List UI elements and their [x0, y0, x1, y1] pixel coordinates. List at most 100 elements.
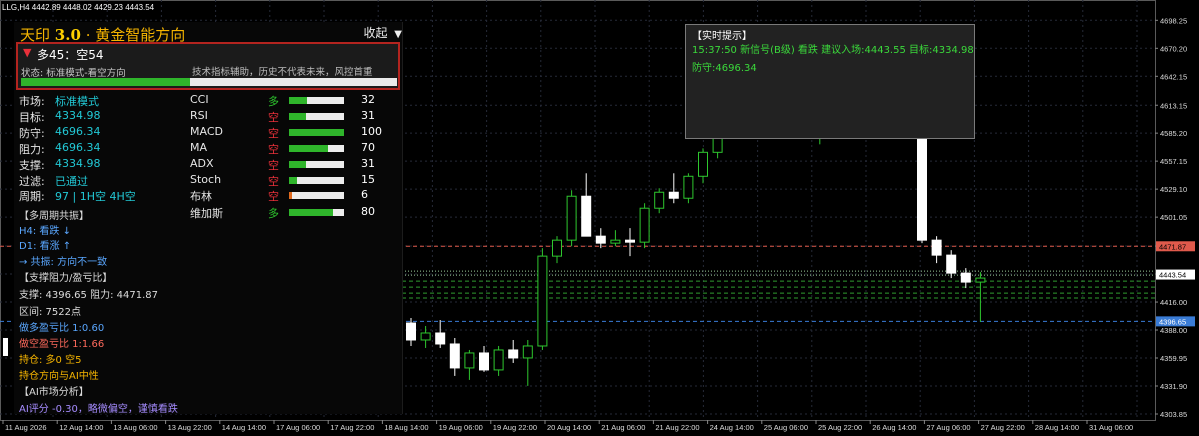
candle-body — [420, 332, 431, 341]
price-tick-label: 4303.85 — [1160, 410, 1187, 419]
status-label: 状态: 标准模式-看空方向 — [21, 68, 126, 79]
indicator-strength-bar — [289, 97, 344, 104]
support-resistance: 支撑: 4396.65 阻力: 4471.87 — [19, 290, 158, 301]
price-tick-label: 4359.95 — [1160, 354, 1187, 363]
price-tick-label: 4670.20 — [1160, 44, 1187, 53]
info-value: 4334.98 — [55, 109, 101, 122]
indicator-direction: 空 — [268, 127, 279, 140]
candle-body — [508, 349, 519, 359]
time-tick-label: 17 Aug 22:00 — [330, 423, 374, 432]
candle-body — [479, 352, 489, 371]
info-key: 过滤: — [19, 175, 45, 188]
indicator-panel: 天印 3.0 · 黄金智能方向 收起 ▼ ▼ 多45：空54 状态: 标准模式-… — [14, 22, 403, 415]
indicator-strength-fill — [289, 161, 307, 168]
collapse-button[interactable]: 收起 ▼ — [363, 24, 402, 41]
indicator-direction: 空 — [268, 143, 279, 156]
candle-body — [493, 349, 504, 371]
price-tick-label: 4642.15 — [1160, 72, 1187, 81]
indicator-strength-bar — [289, 129, 344, 136]
candle-body — [639, 207, 650, 243]
indicator-name: MA — [190, 141, 208, 154]
price-tags: 4471.87 4443.54 4396.65 — [1156, 241, 1195, 327]
price-tag-label: 4396.65 — [1159, 317, 1186, 326]
candle-body — [566, 195, 577, 241]
indicator-strength-fill — [289, 177, 298, 184]
position-ai-status: 持仓方向与AI中性 — [19, 371, 99, 382]
candle-body — [522, 345, 533, 359]
candle-body — [406, 322, 416, 341]
time-tick-label: 13 Aug 06:00 — [113, 423, 157, 432]
indicator-value: 100 — [361, 125, 382, 138]
time-tick-label: 12 Aug 14:00 — [59, 423, 103, 432]
long-progress-fill — [21, 78, 191, 86]
time-tick-label: 20 Aug 14:00 — [547, 423, 591, 432]
indicator-direction: 多 — [268, 95, 279, 108]
mtf-header: 【多周期共振】 — [19, 211, 89, 222]
left-edge-candle — [3, 337, 8, 356]
indicator-direction: 空 — [268, 111, 279, 124]
price-tick-label: 4388.00 — [1160, 326, 1187, 335]
info-key: 支撑: — [19, 159, 45, 172]
price-tick-label: 4331.90 — [1160, 382, 1187, 391]
info-value: 4696.34 — [55, 141, 101, 154]
symbol-ohlc-bar: LLG,H4 4442.89 4448.02 4429.23 4443.54 — [2, 3, 155, 12]
indicator-name: CCI — [190, 93, 209, 106]
time-tick-label: 31 Aug 06:00 — [1089, 423, 1133, 432]
time-tick-label: 24 Aug 14:00 — [710, 423, 754, 432]
price-tick-label: 4585.20 — [1160, 129, 1187, 138]
info-key: 市场: — [19, 95, 45, 108]
down-arrow-icon: ▼ — [23, 46, 32, 59]
time-tick-label: 28 Aug 14:00 — [1035, 423, 1079, 432]
alert-defense-line: 防守:4696.34 — [692, 63, 757, 74]
alert-signal-line: 15:37:50 新信号(B级) 看跌 建议入场:4443.55 目标:4334… — [692, 45, 974, 56]
alert-title: 【实时提示】 — [692, 31, 752, 42]
info-value: 已通过 — [55, 175, 88, 188]
candle-body — [610, 239, 621, 244]
info-value: 4696.34 — [55, 125, 101, 138]
indicator-value: 32 — [361, 93, 375, 106]
long-short-progress — [21, 78, 397, 86]
signal-score: 多45：空54 — [37, 48, 104, 62]
ai-header: 【AI市场分析】 — [19, 387, 89, 398]
candle-body — [683, 175, 694, 199]
candle-body — [931, 239, 942, 256]
indicator-value: 31 — [361, 109, 375, 122]
info-value: 标准模式 — [55, 95, 99, 108]
candle-body — [449, 343, 460, 369]
time-tick-label: 25 Aug 06:00 — [764, 423, 808, 432]
indicator-strength-bar — [289, 145, 344, 152]
indicator-strength-bar — [289, 177, 344, 184]
price-tag-label: 4443.54 — [1159, 271, 1186, 280]
candle-body — [595, 235, 606, 244]
signal-summary-box: ▼ 多45：空54 状态: 标准模式-看空方向 技术指标辅助，历史不代表未来，风… — [16, 42, 400, 90]
indicator-strength-fill — [289, 129, 344, 136]
indicator-strength-bar — [289, 192, 344, 199]
mtf-d1: D1: 看涨 ↑ — [19, 241, 72, 252]
indicator-strength-fill — [289, 97, 307, 104]
realtime-alert-popup: 【实时提示】 15:37:50 新信号(B级) 看跌 建议入场:4443.55 … — [685, 24, 975, 139]
mtf-h4: H4: 看跌 ↓ — [19, 226, 71, 237]
indicator-name: RSI — [190, 109, 208, 122]
indicator-name: 布林 — [190, 190, 212, 203]
time-tick-label: 11 Aug 2026 — [5, 423, 47, 432]
candle-body — [464, 352, 475, 369]
disclaimer-text: 技术指标辅助，历史不代表未来，风控首重 — [192, 67, 373, 78]
indicator-value: 70 — [361, 141, 375, 154]
indicator-name: 维加斯 — [190, 207, 223, 220]
price-tick-label: 4501.05 — [1160, 213, 1187, 222]
indicator-name: ADX — [190, 157, 214, 170]
info-key: 防守: — [19, 127, 45, 140]
info-value: 97 | 1H空 4H空 — [55, 190, 136, 203]
candle-body — [975, 277, 986, 283]
indicator-name: MACD — [190, 125, 223, 138]
info-key: 目标: — [19, 111, 45, 124]
range-points: 区间: 7522点 — [19, 307, 81, 318]
indicator-direction: 空 — [268, 190, 279, 203]
time-tick-label: 19 Aug 06:00 — [439, 423, 483, 432]
time-tick-label: 26 Aug 14:00 — [872, 423, 916, 432]
price-tick-label: 4529.10 — [1160, 185, 1187, 194]
panel-title-bar[interactable]: 天印 3.0 · 黄金智能方向 收起 ▼ — [14, 22, 402, 44]
chevron-down-icon: ▼ — [394, 29, 402, 40]
candle-body — [625, 239, 635, 243]
long-rr-ratio: 做多盈亏比 1:0.60 — [19, 323, 105, 334]
